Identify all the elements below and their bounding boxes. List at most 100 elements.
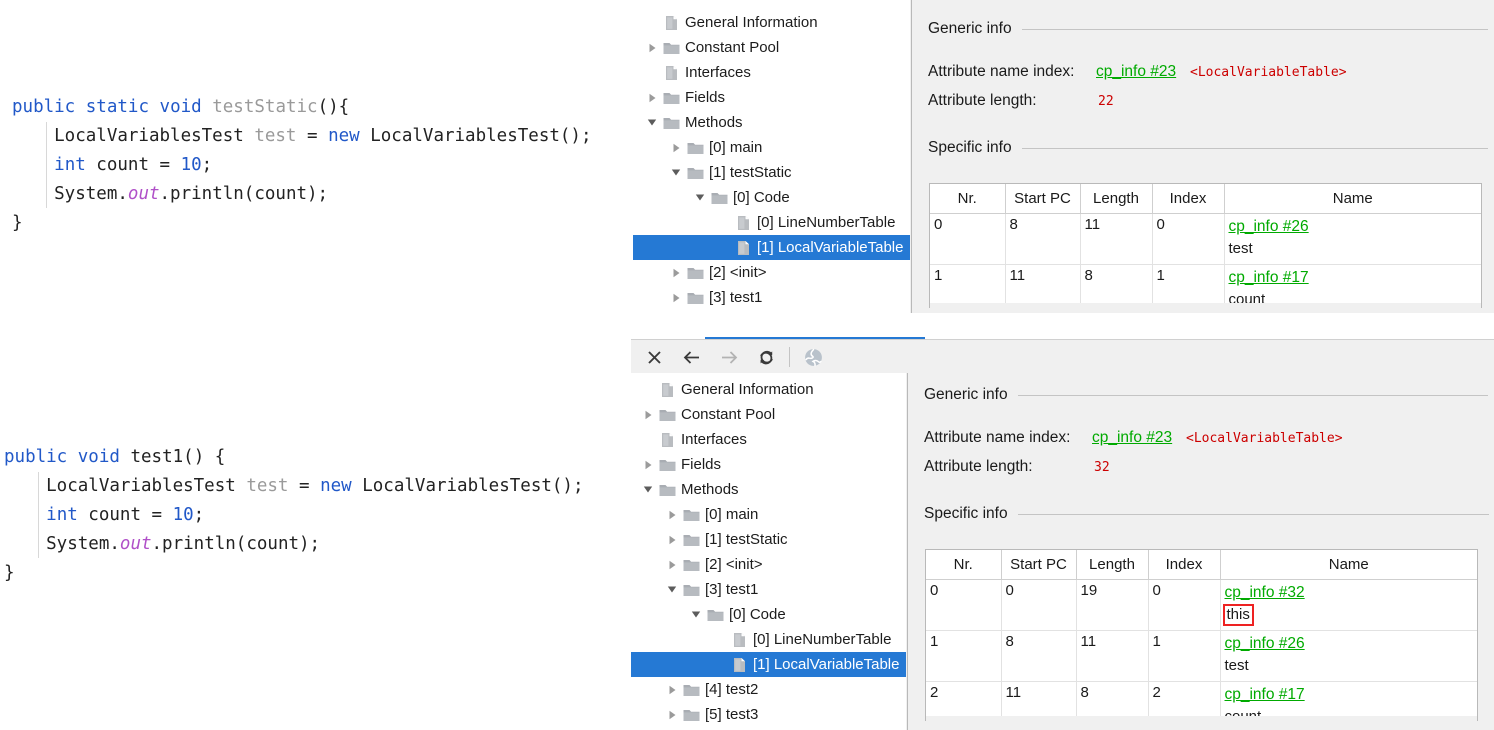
reload-icon[interactable] — [749, 340, 783, 374]
file-icon — [657, 377, 677, 402]
column-header-nr[interactable]: Nr. — [926, 550, 1002, 580]
top-specific-info-label: Specific info — [928, 139, 1012, 156]
folder-icon — [685, 135, 705, 160]
tree-item-0-main[interactable]: [0] main — [633, 135, 910, 160]
chevron-right-icon[interactable] — [667, 260, 685, 285]
bottom-attribute-name-index-link[interactable]: cp_info #23 — [1092, 429, 1172, 447]
chevron-right-icon[interactable] — [663, 552, 681, 577]
tree-item-label: [0] main — [709, 139, 763, 156]
cp-info-link[interactable]: cp_info #26 — [1225, 635, 1305, 652]
tree-item-4-test2[interactable]: [4] test2 — [631, 677, 906, 702]
chevron-right-icon[interactable] — [667, 285, 685, 310]
table-row[interactable]: 1 8 11 1 cp_info #26 test — [926, 630, 1477, 682]
chevron-down-icon[interactable] — [639, 477, 657, 502]
cp-info-link[interactable]: cp_info #26 — [1229, 218, 1309, 235]
cell-length: 19 — [1076, 579, 1149, 631]
column-header-name[interactable]: Name — [1220, 550, 1477, 580]
code-line: int count = 10; — [4, 501, 584, 530]
tree-item-fields[interactable]: Fields — [631, 452, 906, 477]
chevron-right-icon[interactable] — [639, 452, 657, 477]
top-attribute-name-index-link[interactable]: cp_info #23 — [1096, 63, 1176, 81]
tree-item-interfaces[interactable]: Interfaces — [633, 60, 910, 85]
tree-item-3-test1[interactable]: [3] test1 — [631, 577, 906, 602]
tree-item-label: [2] <init> — [709, 264, 767, 281]
tree-item-0-linenumbertable[interactable]: [0] LineNumberTable — [631, 627, 906, 652]
column-header-name[interactable]: Name — [1224, 184, 1481, 214]
table-row[interactable]: 0 0 19 0 cp_info #32 this — [926, 579, 1477, 631]
cp-info-link[interactable]: cp_info #17 — [1225, 686, 1305, 703]
file-icon — [661, 10, 681, 35]
tree-item-1-localvariabletable[interactable]: [1] LocalVariableTable — [631, 652, 906, 677]
tree-item-fields[interactable]: Fields — [633, 85, 910, 110]
chevron-down-icon[interactable] — [663, 577, 681, 602]
tree-item-methods[interactable]: Methods — [633, 110, 910, 135]
chevron-down-icon[interactable] — [643, 110, 661, 135]
highlight-box: this — [1222, 604, 1254, 626]
code-snippet-test1: public void test1() { LocalVariablesTest… — [4, 443, 584, 588]
column-header-start-pc[interactable]: Start PC — [1005, 184, 1081, 214]
tree-item-3-test1[interactable]: [3] test1 — [633, 285, 910, 310]
tree-item-constant-pool[interactable]: Constant Pool — [631, 402, 906, 427]
code-token: () { — [183, 447, 226, 467]
tree-item-0-main[interactable]: [0] main — [631, 502, 906, 527]
column-header-length[interactable]: Length — [1076, 550, 1149, 580]
chevron-right-icon[interactable] — [663, 702, 681, 727]
code-token: = — [296, 126, 329, 146]
tree-item-1-localvariabletable[interactable]: [1] LocalVariableTable — [633, 235, 910, 260]
tree-item-1-teststatic[interactable]: [1] testStatic — [631, 527, 906, 552]
chevron-right-icon[interactable] — [643, 35, 661, 60]
code-token: ; — [193, 505, 205, 525]
tree-item-label: Methods — [681, 481, 739, 498]
cp-info-link[interactable]: cp_info #32 — [1225, 584, 1305, 601]
chevron-right-icon[interactable] — [663, 502, 681, 527]
chevron-right-icon[interactable] — [663, 527, 681, 552]
cell-index: 0 — [1152, 213, 1225, 265]
bottom-local-variable-table[interactable]: Nr. Start PC Length Index Name 0 0 19 0 cp_info #… — [925, 549, 1478, 721]
twisty-empty — [711, 652, 729, 677]
tree-item-interfaces[interactable]: Interfaces — [631, 427, 906, 452]
column-header-length[interactable]: Length — [1080, 184, 1153, 214]
column-header-start-pc[interactable]: Start PC — [1001, 550, 1077, 580]
chevron-right-icon[interactable] — [667, 135, 685, 160]
tree-item-0-linenumbertable[interactable]: [0] LineNumberTable — [633, 210, 910, 235]
top-local-variable-table[interactable]: Nr. Start PC Length Index Name 0 8 11 0 cp_info #… — [929, 183, 1482, 308]
tree-item-2-init[interactable]: [2] <init> — [631, 552, 906, 577]
forward-arrow-icon — [712, 340, 746, 374]
tree-item-general-information[interactable]: General Information — [631, 377, 906, 402]
cp-info-link[interactable]: cp_info #17 — [1229, 269, 1309, 286]
tree-item-0-code[interactable]: [0] Code — [633, 185, 910, 210]
tree-item-label: [4] test2 — [705, 681, 759, 698]
code-token: public — [4, 447, 68, 467]
tree-item-label: [0] Code — [729, 606, 786, 623]
tree-item-constant-pool[interactable]: Constant Pool — [633, 35, 910, 60]
chevron-right-icon[interactable] — [639, 402, 657, 427]
cell-name: cp_info #26 test — [1220, 630, 1477, 682]
tree-item-0-code[interactable]: [0] Code — [631, 602, 906, 627]
tree-item-1-teststatic[interactable]: [1] testStatic — [633, 160, 910, 185]
chevron-right-icon[interactable] — [643, 85, 661, 110]
tree-item-general-information[interactable]: General Information — [633, 10, 910, 35]
chevron-down-icon[interactable] — [691, 185, 709, 210]
chevron-down-icon[interactable] — [687, 602, 705, 627]
table-row[interactable]: 1 11 8 1 cp_info #17 count — [930, 264, 1481, 307]
tree-item-methods[interactable]: Methods — [631, 477, 906, 502]
tree-item-5-test3[interactable]: [5] test3 — [631, 702, 906, 727]
column-header-nr[interactable]: Nr. — [930, 184, 1006, 214]
file-icon — [661, 60, 681, 85]
tree-item-2-init[interactable]: [2] <init> — [633, 260, 910, 285]
code-line: System.out.println(count); — [12, 180, 592, 209]
back-arrow-icon[interactable] — [675, 340, 709, 374]
column-header-index[interactable]: Index — [1152, 184, 1225, 214]
top-specific-info-section: Specific info — [928, 139, 1488, 157]
column-header-index[interactable]: Index — [1148, 550, 1221, 580]
chevron-down-icon[interactable] — [667, 160, 685, 185]
table-row[interactable]: 0 8 11 0 cp_info #26 test — [930, 213, 1481, 265]
close-icon[interactable] — [637, 340, 671, 374]
chevron-right-icon[interactable] — [663, 677, 681, 702]
